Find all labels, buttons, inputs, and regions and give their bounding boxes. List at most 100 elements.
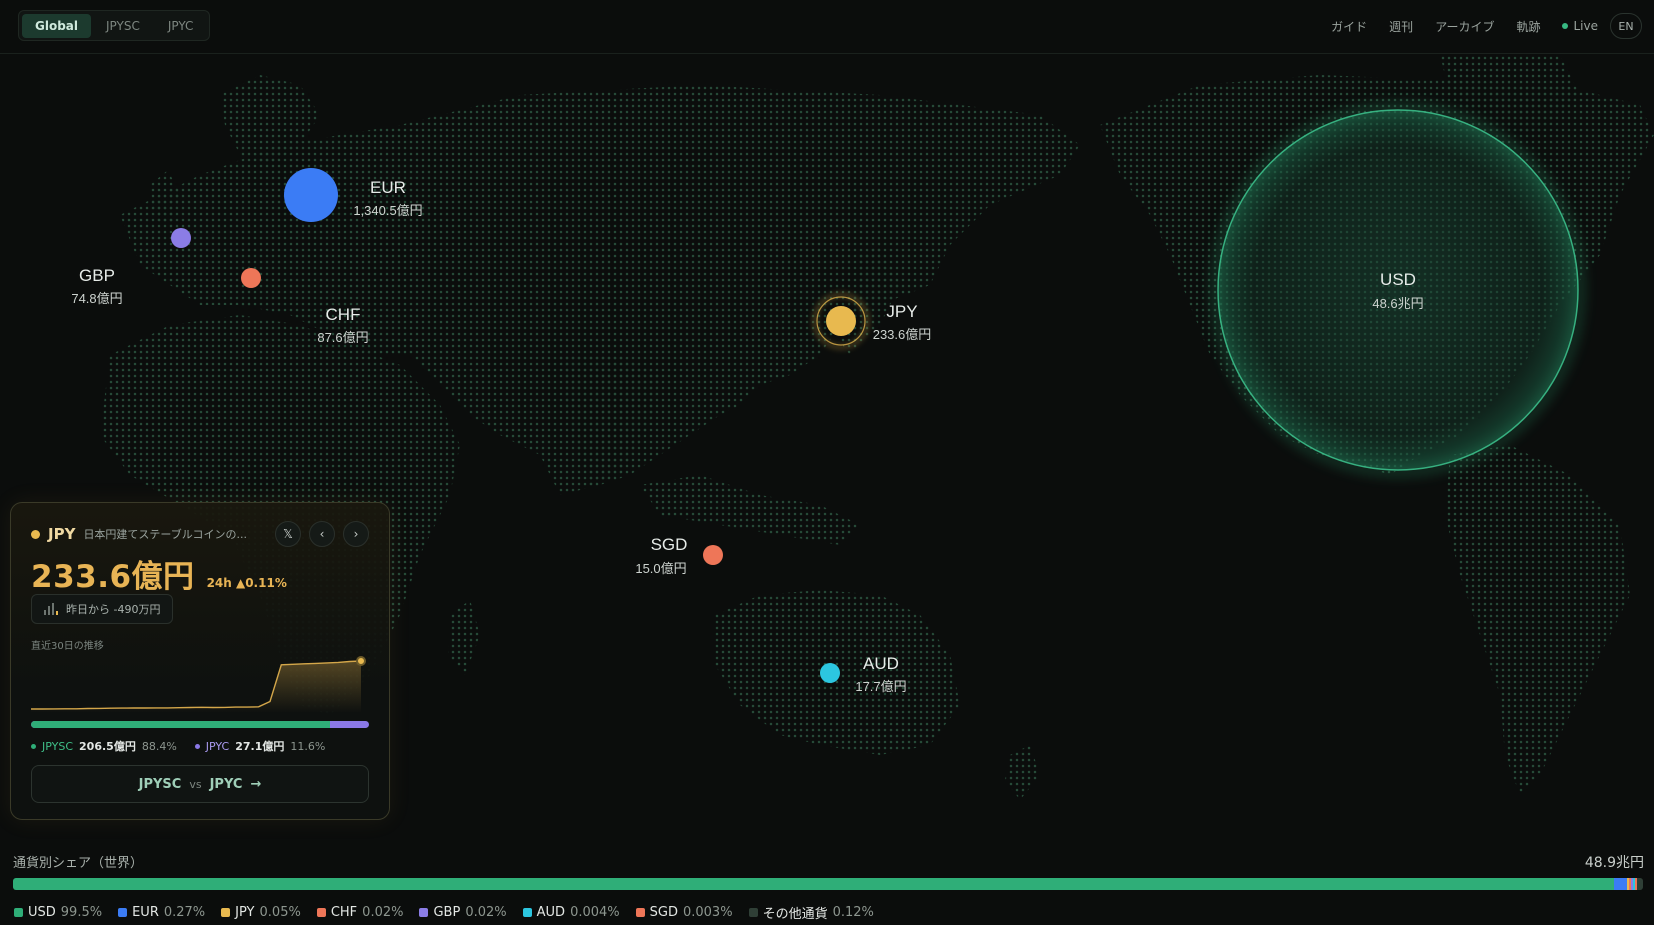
- legend-name: GBP: [433, 905, 461, 920]
- chevron-left-icon[interactable]: ‹: [309, 521, 335, 547]
- legend-item: GBP 0.02%: [419, 903, 507, 922]
- marker-code: JPY: [886, 302, 917, 321]
- x-share-icon[interactable]: 𝕏: [275, 521, 301, 547]
- compare-vs: vs: [189, 777, 202, 791]
- share-segment-USD: [13, 878, 1614, 890]
- legend-item: SGD 0.003%: [635, 903, 733, 922]
- legend-pct: 0.003%: [682, 905, 733, 920]
- card-amount-row: 233.6億円 24h ▲0.11%: [31, 551, 287, 596]
- legend-item: USD 99.5%: [14, 903, 102, 922]
- tab-jpysc[interactable]: JPYSC: [93, 14, 153, 38]
- legend-pct: 99.5%: [60, 905, 103, 920]
- jpyc-dot-icon: [194, 743, 200, 749]
- legend-name: その他通貨: [762, 907, 828, 922]
- marker-code: EUR: [370, 178, 406, 197]
- legend-item: AUD 0.004%: [522, 903, 620, 922]
- nav-track[interactable]: 軌跡: [1516, 18, 1540, 35]
- scope-tabs: Global JPYSC JPYC: [18, 10, 211, 41]
- live-label: Live: [1573, 19, 1598, 33]
- legend-item: CHF 0.02%: [316, 903, 404, 922]
- marker-code: GBP: [79, 266, 115, 285]
- jpysc-share-fill: [31, 721, 330, 728]
- bar-chart-icon: [44, 603, 58, 615]
- arrow-right-icon: →: [250, 776, 262, 792]
- legend-name: JPY: [235, 905, 255, 920]
- jpyc-label: JPYC: [205, 739, 230, 753]
- nav-archive[interactable]: アーカイブ: [1435, 18, 1494, 35]
- currency-share-legend: USD 99.5% EUR 0.27% JPY 0.05% CHF 0.02% GBP 0.02%…: [14, 903, 874, 922]
- nav-guide[interactable]: ガイド: [1331, 18, 1367, 35]
- card-actions: 𝕏 ‹ ›: [275, 521, 369, 547]
- top-nav: ガイド 週刊 アーカイブ 軌跡 Live EN: [1331, 12, 1642, 40]
- language-button[interactable]: EN: [1610, 13, 1642, 39]
- legend-pct: 0.004%: [570, 905, 620, 920]
- jpysc-label: JPYSC: [42, 739, 74, 753]
- legend-swatch: [419, 908, 429, 917]
- legend-pct: 0.05%: [259, 905, 301, 920]
- compare-right: JPYC: [209, 776, 243, 792]
- jpysc-value: 206.5億円: [79, 740, 136, 753]
- legend-pct: 0.02%: [465, 905, 507, 920]
- day-change-text: 昨日から -490万円: [66, 603, 161, 616]
- day-change-box: 昨日から -490万円: [31, 594, 174, 624]
- marker-value: 233.6億円: [873, 327, 932, 342]
- legend-item: その他通貨 0.12%: [748, 903, 874, 922]
- card-header: JPY 日本円建てステーブルコインの... 𝕏 ‹ ›: [31, 520, 369, 548]
- currency-detail-card: JPY 日本円建てステーブルコインの... 𝕏 ‹ › 233.6億円 24h …: [10, 502, 390, 820]
- marker-value: 74.8億円: [71, 291, 122, 306]
- card-amount: 233.6億円: [31, 559, 195, 595]
- legend-swatch: [221, 908, 231, 917]
- marker-code: AUD: [863, 654, 899, 673]
- legend-name: EUR: [132, 905, 159, 920]
- trend-label: 直近30日の推移: [31, 641, 104, 652]
- marker-code: USD: [1380, 270, 1416, 289]
- chevron-right-icon[interactable]: ›: [343, 521, 369, 547]
- legend-name: CHF: [330, 905, 358, 920]
- split-legend: JPYSC 206.5億円 88.4% JPYC 27.1億円 11.6%: [31, 738, 325, 754]
- legend-pct: 0.27%: [163, 905, 206, 920]
- legend-pct: 0.02%: [362, 905, 404, 920]
- tab-jpyc[interactable]: JPYC: [155, 14, 207, 38]
- marker-value: 87.6億円: [317, 330, 368, 345]
- sparkline-end-point: [356, 656, 366, 666]
- nav-weekly[interactable]: 週刊: [1389, 18, 1413, 35]
- share-segment-EUR: [1613, 878, 1627, 890]
- marker-value: 48.6兆円: [1372, 296, 1423, 311]
- currency-share-bar: [13, 878, 1643, 890]
- marker-value: 17.7億円: [855, 679, 906, 694]
- sparkline-area: [31, 661, 361, 713]
- tab-global[interactable]: Global: [22, 13, 92, 38]
- jpy-dot-icon: [31, 529, 40, 539]
- marker-code: CHF: [326, 305, 361, 324]
- legend-pct: 0.12%: [832, 905, 874, 920]
- legend-swatch: [635, 908, 645, 917]
- jpysc-pct: 88.4%: [141, 739, 177, 753]
- jpyc-pct: 11.6%: [290, 739, 326, 753]
- marker-sgd[interactable]: SGD 15.0億円: [635, 535, 723, 576]
- legend-swatch: [748, 908, 758, 917]
- compare-button[interactable]: JPYSC vs JPYC →: [31, 765, 369, 803]
- share-total: 48.9兆円: [1584, 855, 1644, 871]
- legend-item: JPY 0.05%: [221, 903, 301, 922]
- legend-name: AUD: [536, 905, 566, 920]
- jpysc-dot-icon: [31, 743, 36, 749]
- legend-name: USD: [28, 905, 56, 920]
- share-segment-その他通貨: [1637, 878, 1643, 890]
- top-bar: Global JPYSC JPYC ガイド 週刊 アーカイブ 軌跡 Live E…: [0, 0, 1654, 54]
- marker-usd[interactable]: USD 48.6兆円: [1211, 103, 1585, 477]
- legend-swatch: [316, 908, 326, 917]
- jpyc-value: 27.1億円: [235, 740, 285, 753]
- card-currency-code: JPY: [48, 525, 76, 543]
- live-dot-icon: [1562, 23, 1569, 29]
- legend-swatch: [522, 908, 532, 917]
- change-24h: 24h ▲0.11%: [206, 576, 287, 590]
- trend-sparkline: [31, 656, 366, 713]
- marker-code: SGD: [651, 535, 688, 554]
- share-title: 通貨別シェア（世界）: [13, 856, 144, 871]
- legend-swatch: [14, 908, 23, 917]
- legend-swatch: [118, 908, 128, 917]
- marker-value: 15.0億円: [635, 561, 686, 576]
- live-indicator: Live: [1562, 19, 1598, 33]
- compare-left: JPYSC: [138, 776, 182, 792]
- marker-value: 1,340.5億円: [353, 203, 422, 218]
